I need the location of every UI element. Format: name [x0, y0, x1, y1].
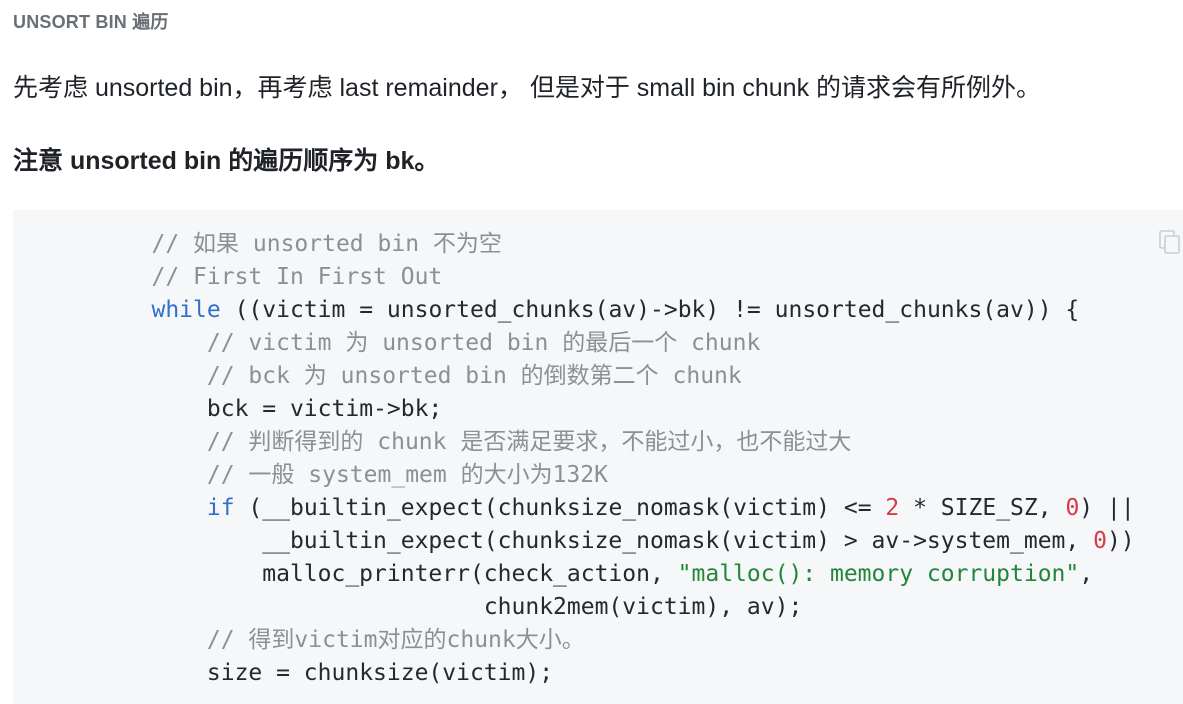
code-comment: // 判断得到的 chunk 是否满足要求，不能过小，也不能过大 [206, 429, 852, 455]
code-lines: // 如果 unsorted bin 不为空 // First In First… [13, 228, 1135, 690]
code-text: )) [1106, 528, 1135, 554]
code-line: // 一般 system_mem 的大小为132K [13, 459, 1135, 492]
code-line: if (__builtin_expect(chunksize_nomask(vi… [13, 492, 1135, 525]
code-comment: // victim 为 unsorted bin 的最后一个 chunk [206, 330, 761, 356]
copy-button[interactable] [1157, 228, 1183, 256]
code-line: __builtin_expect(chunksize_nomask(victim… [13, 525, 1135, 558]
code-keyword: if [206, 495, 235, 521]
code-text: ((victim = unsorted_chunks(av)->bk) != u… [220, 297, 1080, 323]
code-text: chunk2mem(victim), av); [483, 594, 803, 620]
code-line: while ((victim = unsorted_chunks(av)->bk… [13, 294, 1135, 327]
code-text: (__builtin_expect(chunksize_nomask(victi… [234, 495, 886, 521]
code-line: // First In First Out [13, 261, 1135, 294]
code-number: 0 [1093, 528, 1107, 554]
code-comment: // 得到victim对应的chunk大小。 [206, 627, 585, 653]
code-text: ) || [1079, 495, 1135, 521]
code-line: // 如果 unsorted bin 不为空 [13, 228, 1135, 261]
code-number: 2 [885, 495, 900, 521]
note-paragraph: 注意 unsorted bin 的遍历顺序为 bk。 [13, 147, 440, 175]
code-keyword: while [151, 297, 221, 323]
intro-paragraph: 先考虑 unsorted bin，再考虑 last remainder， 但是对… [13, 74, 1042, 102]
code-comment: // bck 为 unsorted bin 的倒数第二个 chunk [206, 363, 742, 389]
code-line: chunk2mem(victim), av); [13, 591, 1135, 624]
code-line: // bck 为 unsorted bin 的倒数第二个 chunk [13, 360, 1135, 393]
code-comment: // First In First Out [151, 264, 443, 290]
code-line: // victim 为 unsorted bin 的最后一个 chunk [13, 327, 1135, 360]
copy-icon [1157, 228, 1183, 256]
code-text: size = chunksize(victim); [206, 660, 554, 686]
section-label: UNSORT BIN 遍历 [13, 12, 169, 32]
code-text: * SIZE_SZ, [899, 495, 1066, 521]
code-line: malloc_printerr(check_action, "malloc():… [13, 558, 1135, 591]
code-line: size = chunksize(victim); [13, 657, 1135, 690]
code-text: malloc_printerr(check_action, [262, 561, 678, 587]
code-text: , [1079, 561, 1094, 587]
code-comment: // 一般 system_mem 的大小为132K [206, 462, 608, 488]
code-number: 0 [1065, 495, 1080, 521]
code-block: // 如果 unsorted bin 不为空 // First In First… [13, 210, 1183, 704]
code-line: // 得到victim对应的chunk大小。 [13, 624, 1135, 657]
code-text: bck = victim->bk; [206, 396, 443, 422]
code-comment: // 如果 unsorted bin 不为空 [151, 231, 502, 257]
code-string: "malloc(): memory corruption" [677, 561, 1080, 587]
code-text: __builtin_expect(chunksize_nomask(victim… [262, 528, 1094, 554]
code-line: bck = victim->bk; [13, 393, 1135, 426]
code-line: // 判断得到的 chunk 是否满足要求，不能过小，也不能过大 [13, 426, 1135, 459]
